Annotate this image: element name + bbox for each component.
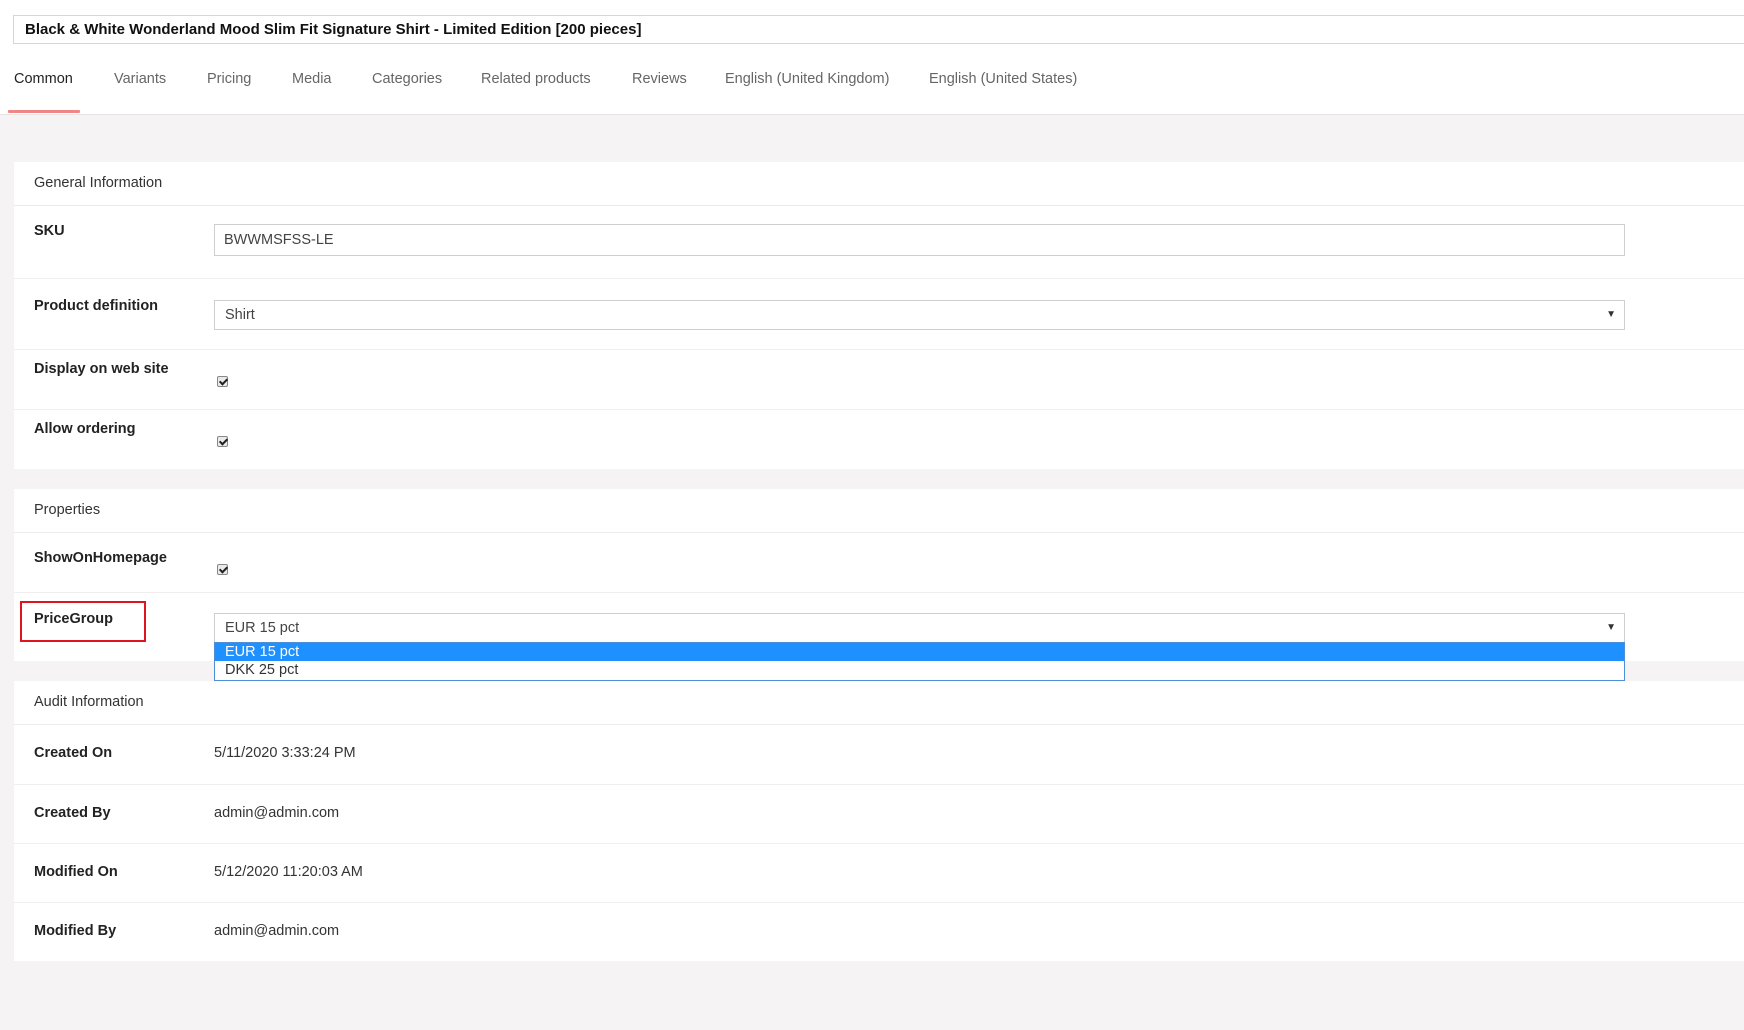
price-group-select[interactable]: EUR 15 pct ▼ bbox=[214, 613, 1625, 643]
price-group-dropdown-list: EUR 15 pct DKK 25 pct bbox=[214, 642, 1625, 681]
product-header: Black & White Wonderland Mood Slim Fit S… bbox=[0, 0, 1744, 115]
properties-header: Properties bbox=[14, 489, 1744, 533]
tab-pricing[interactable]: Pricing bbox=[207, 60, 251, 114]
allow-ordering-checkbox[interactable] bbox=[217, 436, 228, 447]
modified-on-value: 5/12/2020 11:20:03 AM bbox=[214, 864, 363, 880]
modified-on-label: Modified On bbox=[34, 864, 118, 880]
tab-reviews[interactable]: Reviews bbox=[632, 60, 687, 114]
product-definition-select[interactable]: Shirt ▼ bbox=[214, 300, 1625, 330]
created-by-row: Created By admin@admin.com bbox=[14, 784, 1744, 844]
modified-on-row: Modified On 5/12/2020 11:20:03 AM bbox=[14, 843, 1744, 903]
show-on-homepage-label: ShowOnHomepage bbox=[34, 550, 167, 566]
created-on-value: 5/11/2020 3:33:24 PM bbox=[214, 745, 356, 761]
chevron-down-icon: ▼ bbox=[1606, 622, 1616, 633]
display-on-web-site-label: Display on web site bbox=[34, 361, 169, 377]
modified-by-value: admin@admin.com bbox=[214, 923, 340, 939]
product-definition-value: Shirt bbox=[225, 307, 255, 323]
created-on-row: Created On 5/11/2020 3:33:24 PM bbox=[14, 725, 1744, 784]
tab-categories[interactable]: Categories bbox=[372, 60, 442, 114]
sku-label: SKU bbox=[34, 223, 65, 239]
product-definition-row: Product definition Shirt ▼ bbox=[14, 278, 1744, 350]
price-group-highlight bbox=[20, 601, 146, 642]
price-group-option[interactable]: DKK 25 pct bbox=[215, 661, 1624, 679]
modified-by-row: Modified By admin@admin.com bbox=[14, 902, 1744, 962]
price-group-value: EUR 15 pct bbox=[225, 620, 300, 636]
audit-information-panel: Audit Information Created On 5/11/2020 3… bbox=[14, 681, 1744, 961]
modified-by-label: Modified By bbox=[34, 923, 117, 939]
created-by-value: admin@admin.com bbox=[214, 805, 340, 821]
sku-row: SKU BWWMSFSS-LE bbox=[14, 206, 1744, 278]
general-information-header: General Information bbox=[14, 162, 1744, 206]
product-definition-label: Product definition bbox=[34, 298, 159, 314]
allow-ordering-label: Allow ordering bbox=[34, 421, 136, 437]
allow-ordering-row: Allow ordering bbox=[14, 409, 1744, 470]
price-group-option[interactable]: EUR 15 pct bbox=[215, 643, 1624, 661]
tab-english-uk[interactable]: English (United Kingdom) bbox=[725, 60, 889, 114]
tab-variants[interactable]: Variants bbox=[114, 60, 166, 114]
created-on-label: Created On bbox=[34, 745, 113, 761]
audit-information-header: Audit Information bbox=[14, 681, 1744, 725]
general-information-panel: General Information SKU BWWMSFSS-LE Prod… bbox=[14, 162, 1744, 469]
tab-common[interactable]: Common bbox=[14, 60, 73, 114]
product-title-field[interactable]: Black & White Wonderland Mood Slim Fit S… bbox=[13, 15, 1744, 44]
created-by-label: Created By bbox=[34, 805, 111, 821]
properties-panel: Properties ShowOnHomepage PriceGroup EUR… bbox=[14, 489, 1744, 661]
tab-related-products[interactable]: Related products bbox=[481, 60, 591, 114]
display-on-web-site-checkbox[interactable] bbox=[217, 376, 228, 387]
sku-input[interactable]: BWWMSFSS-LE bbox=[214, 224, 1625, 256]
tab-english-us[interactable]: English (United States) bbox=[929, 60, 1077, 114]
active-tab-indicator bbox=[8, 110, 80, 113]
tab-media[interactable]: Media bbox=[292, 60, 332, 114]
chevron-down-icon: ▼ bbox=[1606, 309, 1616, 320]
show-on-homepage-row: ShowOnHomepage bbox=[14, 533, 1744, 592]
show-on-homepage-checkbox[interactable] bbox=[217, 564, 228, 575]
display-on-web-site-row: Display on web site bbox=[14, 349, 1744, 410]
